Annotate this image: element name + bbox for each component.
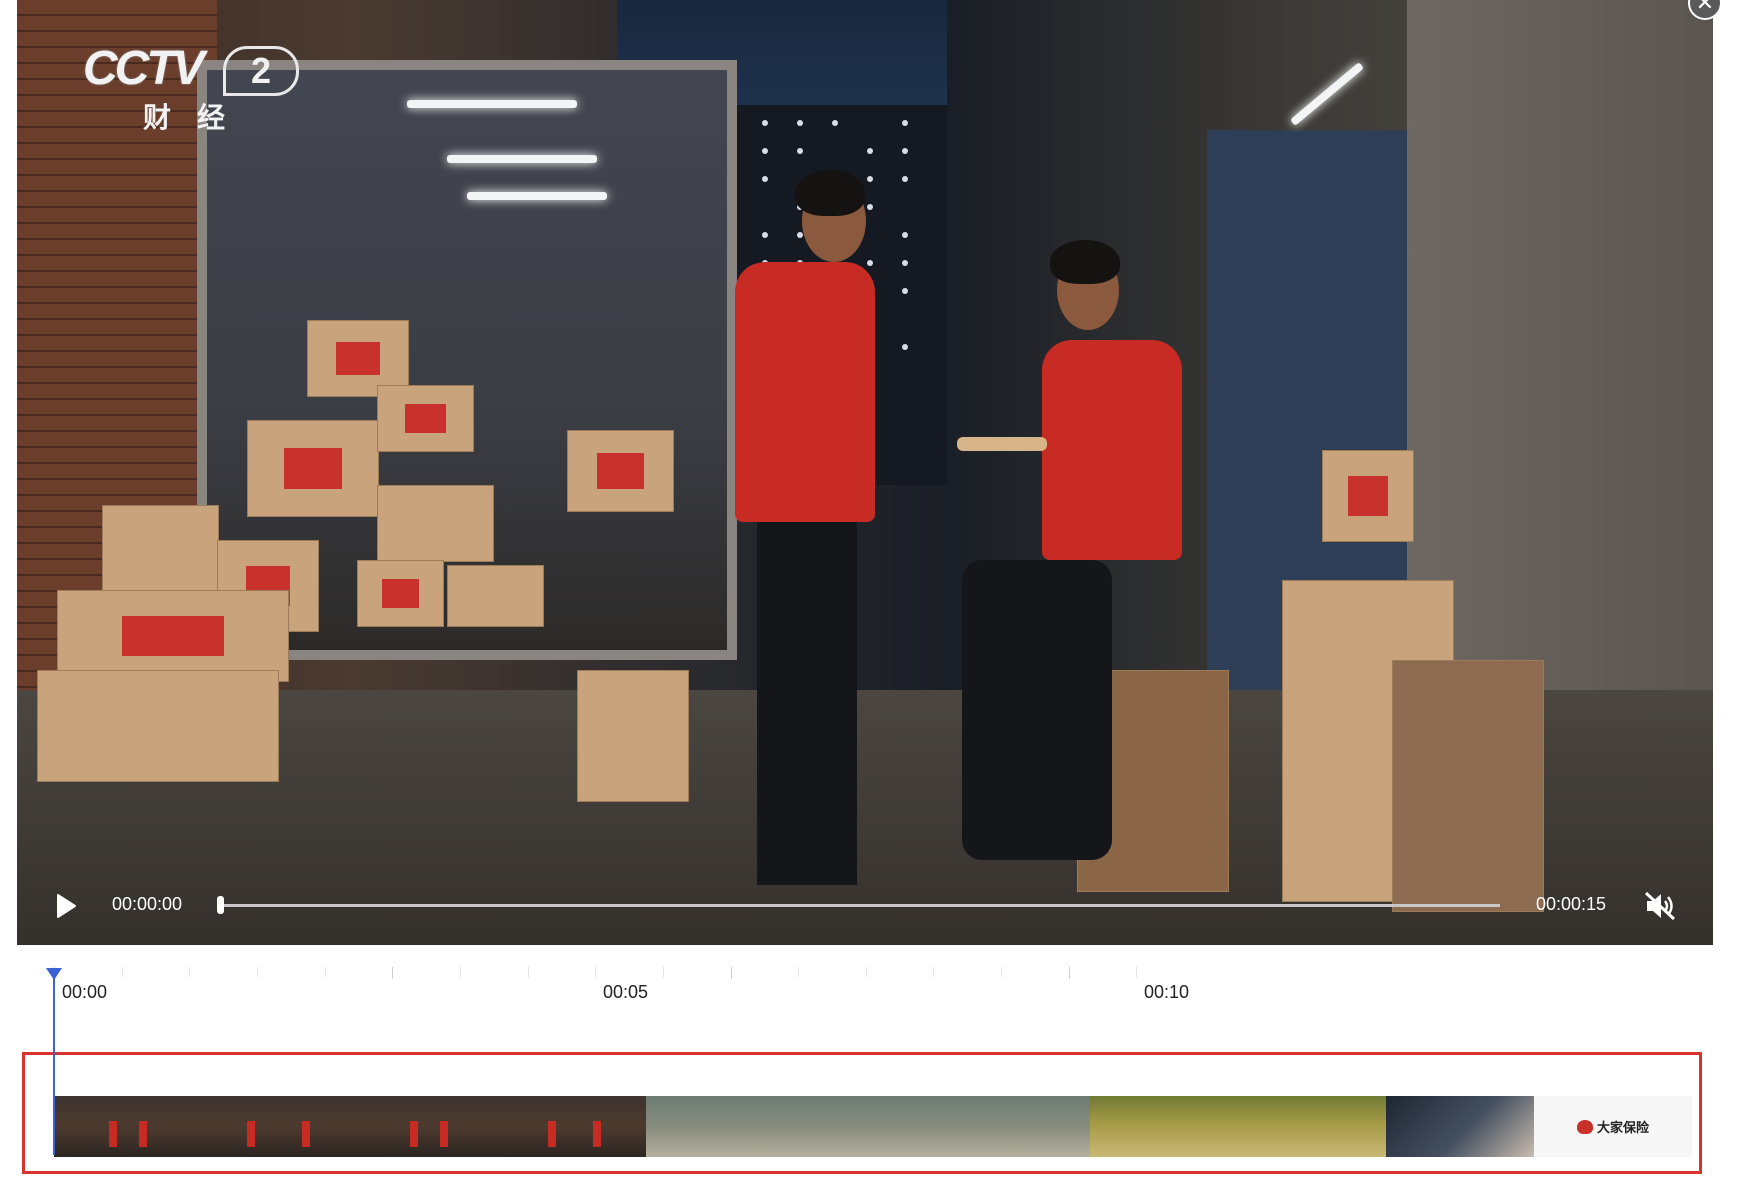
tick-label-0: 00:00 — [62, 982, 108, 1002]
scene-light — [447, 155, 597, 163]
scene-window-light — [797, 148, 803, 154]
mute-button[interactable] — [1643, 890, 1677, 922]
ruler-tick — [325, 967, 326, 977]
scene-box — [247, 420, 379, 517]
video-filmstrip[interactable]: 大家保险 — [54, 1096, 1692, 1157]
filmstrip-frame — [350, 1096, 498, 1157]
total-time: 00:00:15 — [1536, 894, 1607, 914]
progress-thumb[interactable] — [217, 896, 224, 914]
scene-window-light — [867, 260, 873, 266]
channel-logo-text: CCTV — [83, 42, 205, 95]
scene-box — [377, 485, 494, 562]
ruler-tick — [933, 967, 934, 977]
play-icon — [57, 894, 76, 918]
scene-window-light — [867, 148, 873, 154]
scene-window-light — [762, 232, 768, 238]
scene-window-light — [762, 148, 768, 154]
filmstrip-frame — [1090, 1096, 1238, 1157]
ruler-tick — [1069, 967, 1070, 979]
filmstrip-frame — [202, 1096, 350, 1157]
timeline[interactable]: 00:00 00:05 00:10 大家保险 — [17, 945, 1713, 1196]
ruler-tick — [595, 967, 596, 977]
player-controls: 00:00:00 00:00:15 — [17, 870, 1713, 940]
filmstrip-frame — [646, 1096, 794, 1157]
filmstrip-frame — [794, 1096, 942, 1157]
end-card-brand: 大家保险 — [1576, 1117, 1649, 1136]
ruler-tick — [731, 967, 732, 979]
scene-window-light — [762, 176, 768, 182]
scene-window-light — [797, 232, 803, 238]
scene-window-light — [797, 120, 803, 126]
play-button[interactable] — [53, 892, 79, 920]
brand-logo-icon — [1576, 1119, 1593, 1134]
scene-window-light — [902, 176, 908, 182]
ruler-tick — [1136, 967, 1137, 977]
scene-box — [357, 560, 444, 627]
scene-window-light — [867, 176, 873, 182]
scene-window-light — [902, 260, 908, 266]
scene-box — [577, 670, 689, 802]
scene-box — [567, 430, 674, 512]
volume-muted-icon — [1644, 891, 1676, 921]
scene-light — [407, 100, 577, 108]
current-time: 00:00:00 — [112, 894, 183, 914]
scene-window-light — [902, 344, 908, 350]
playhead-marker[interactable] — [46, 968, 62, 980]
filmstrip-frame — [1238, 1096, 1386, 1157]
scene-window-light — [902, 120, 908, 126]
video-editor-panel: CCTV 2 财经 00:00:00 00:00:15 00:00 00:05 … — [17, 0, 1713, 1196]
ruler-tick — [866, 967, 867, 977]
channel-logo-subtitle: 财经 — [143, 102, 252, 133]
scene-light — [1289, 62, 1365, 126]
scene-window-light — [902, 148, 908, 154]
tick-label-10: 00:10 — [1144, 982, 1190, 1002]
filmstrip-frame — [942, 1096, 1090, 1157]
ruler-tick — [189, 967, 190, 977]
filmstrip-end-card: 大家保险 — [1534, 1096, 1692, 1157]
scene-box — [447, 565, 544, 627]
filmstrip-frame — [54, 1096, 202, 1157]
playhead-line[interactable] — [53, 975, 55, 1155]
scene-box — [1322, 450, 1414, 542]
progress-bar[interactable] — [217, 896, 1500, 914]
filmstrip-frame — [1386, 1096, 1534, 1157]
scene-box — [37, 670, 279, 782]
channel-logo: CCTV 2 财经 — [83, 44, 303, 134]
ruler-tick — [798, 967, 799, 977]
channel-logo-number: 2 — [223, 46, 299, 96]
tick-label-5: 00:05 — [603, 982, 649, 1002]
scene-box — [57, 590, 289, 682]
scene-window-light — [902, 288, 908, 294]
scene-box — [377, 385, 474, 452]
scene-box — [102, 505, 219, 592]
scene-window-light — [832, 120, 838, 126]
timeline-ruler — [54, 967, 1694, 979]
ruler-tick — [257, 967, 258, 977]
ruler-tick — [528, 967, 529, 977]
scene-light — [467, 192, 607, 200]
filmstrip-frame — [498, 1096, 646, 1157]
scene-window-light — [902, 232, 908, 238]
video-player[interactable]: CCTV 2 财经 00:00:00 00:00:15 — [17, 0, 1713, 945]
ruler-tick — [663, 967, 664, 977]
end-card-brand-name: 大家保险 — [1596, 1120, 1649, 1135]
ruler-tick — [1001, 967, 1002, 977]
scene-window-light — [762, 120, 768, 126]
ruler-tick — [460, 967, 461, 977]
ruler-tick — [122, 967, 123, 977]
close-icon: ✕ — [1695, 0, 1715, 15]
scene-window-light — [867, 204, 873, 210]
ruler-tick — [392, 967, 393, 979]
